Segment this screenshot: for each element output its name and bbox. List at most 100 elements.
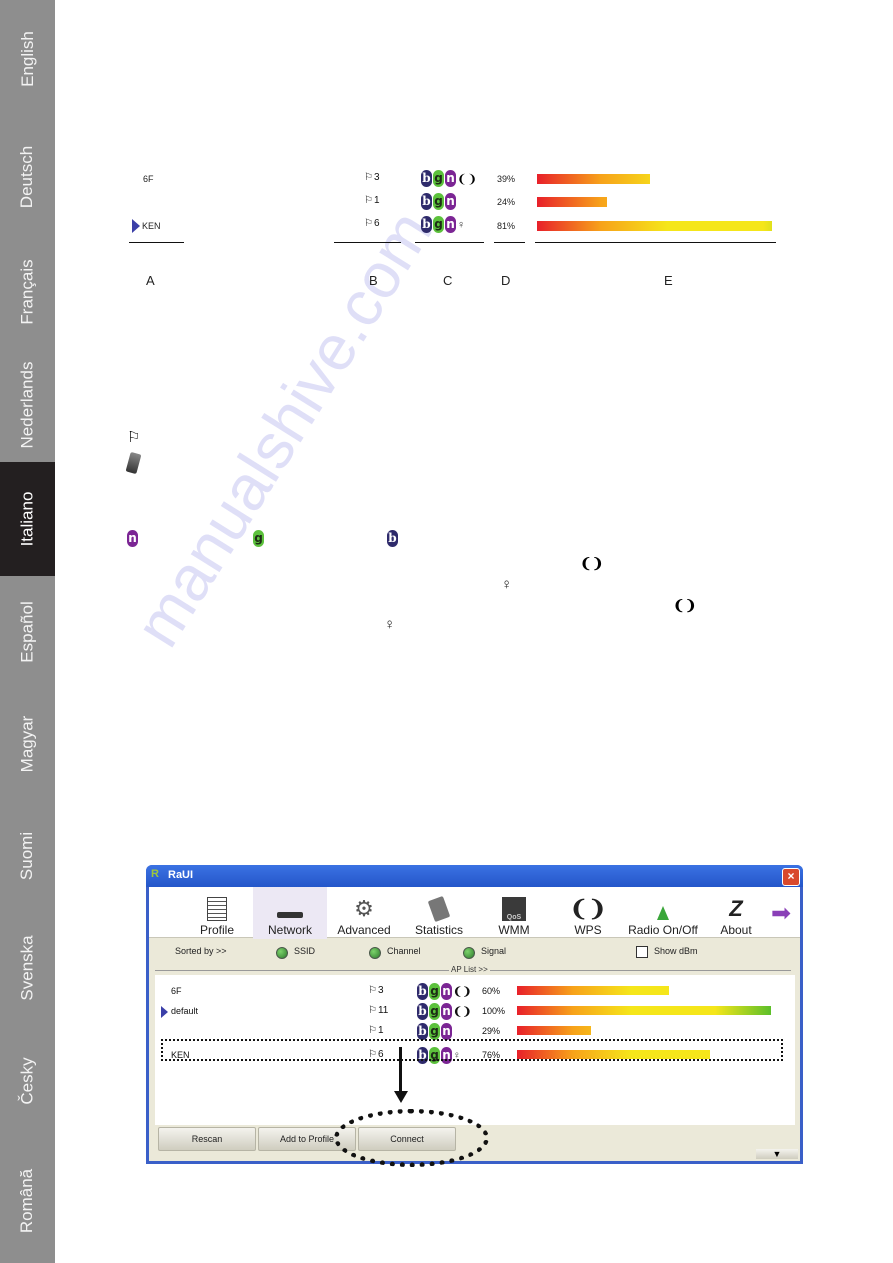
about-icon: Z [729, 896, 743, 921]
column-letter-e: E [664, 273, 673, 288]
sort-signal-radio[interactable] [463, 947, 475, 959]
show-dbm-label: Show dBm [654, 946, 698, 956]
sort-signal-label: Signal [481, 946, 507, 956]
lang-tab-cesky[interactable]: Česky [0, 1024, 55, 1138]
lang-label: Deutsch [17, 145, 37, 209]
signal-bar [537, 174, 650, 184]
wps-icon: ❨❩ [457, 171, 478, 186]
wps-icon: ❨❩ [453, 1006, 472, 1018]
toolbar-wps[interactable]: ❨❩ WPS [564, 887, 612, 939]
infrastructure-ap-icon: ⚐ [127, 429, 141, 446]
ap-modes: b g n ❨❩ [417, 983, 471, 1000]
channel-number: 11 [377, 1005, 389, 1016]
lang-tab-svenska[interactable]: Svenska [0, 912, 55, 1024]
divider [415, 242, 484, 243]
channel-number: 3 [373, 172, 380, 183]
lang-tab-english[interactable]: English [0, 0, 55, 118]
lang-tab-suomi[interactable]: Suomi [0, 800, 55, 912]
mode-n-badge: n [445, 216, 456, 234]
mode-g-badge: g [429, 1003, 440, 1020]
toolbar-label: Radio On/Off [628, 923, 698, 937]
mode-g-badge: g [429, 1023, 440, 1040]
mode-b-badge: b [387, 530, 398, 548]
lang-tab-italiano[interactable]: Italiano [0, 462, 55, 576]
window-body: Profile Network ⚙ Advanced Statistics Qo… [149, 887, 800, 1167]
next-arrow-icon[interactable]: ➡ [771, 899, 791, 928]
mode-g-badge: g [433, 216, 444, 234]
wps-icon: ❨❩ [453, 986, 472, 998]
toolbar-label: Network [267, 923, 312, 937]
lang-tab-romana[interactable]: Română [0, 1138, 55, 1263]
expand-button[interactable]: ▼ [756, 1149, 798, 1159]
mode-b-badge: b [421, 170, 432, 188]
lang-label: Nederlands [17, 361, 37, 449]
infrastructure-ap-icon: ⚐ [368, 1025, 377, 1036]
toolbar-label: Advanced [337, 923, 391, 937]
selected-arrow-icon [132, 219, 140, 233]
ap-row[interactable]: default ⚐ 11 b g n ❨❩ 100% [155, 1003, 795, 1023]
lang-tab-magyar[interactable]: Magyar [0, 688, 55, 800]
lang-tab-francais[interactable]: Français [0, 236, 55, 348]
language-sidebar: English Deutsch Français Nederlands Ital… [0, 0, 55, 1263]
watermark: manualshive.com [120, 198, 446, 659]
toolbar-about[interactable]: Z About [712, 887, 760, 939]
diagram-signal-pct: 24% [497, 197, 516, 207]
mode-b-badge: b [417, 983, 428, 1000]
wps-icon: ❨❩ [580, 555, 604, 571]
ap-signal-pct: 29% [482, 1026, 501, 1036]
mode-b-badge: b [421, 193, 432, 211]
wps-icon: ❨❩ [569, 896, 607, 921]
signal-bar [517, 986, 669, 995]
rescan-button[interactable]: Rescan [158, 1127, 256, 1151]
diagram-ssid: KEN [142, 221, 161, 231]
mode-g-badge: g [429, 983, 440, 1000]
gears-icon: ⚙ [354, 896, 374, 921]
ap-ssid: default [171, 1006, 199, 1016]
lang-label: Español [17, 601, 37, 663]
diagram-modes: b g n ♀ [421, 216, 465, 234]
show-dbm-checkbox[interactable] [636, 946, 648, 958]
lang-tab-deutsch[interactable]: Deutsch [0, 118, 55, 236]
mode-n-badge: n [441, 1003, 452, 1020]
channel-number: 1 [377, 1025, 384, 1036]
lang-label: English [17, 31, 37, 87]
toolbar-label: Statistics [414, 923, 463, 937]
mode-b-badge: b [417, 1003, 428, 1020]
toolbar-statistics[interactable]: Statistics [409, 887, 469, 939]
key-icon: ♀ [384, 616, 396, 633]
lang-tab-espanol[interactable]: Español [0, 576, 55, 688]
diagram-modes: b g n ❨❩ [421, 170, 477, 188]
mode-g-badge: g [253, 530, 264, 548]
diagram-signal-pct: 81% [497, 221, 516, 231]
divider [129, 242, 184, 243]
annotation-arrow-shaft [399, 1047, 402, 1093]
toolbar-profile[interactable]: Profile [189, 887, 245, 939]
mode-b-badge: b [417, 1023, 428, 1040]
channel-number: 3 [377, 985, 384, 996]
signal-bar [537, 221, 772, 231]
signal-bar [517, 1026, 591, 1035]
toolbar-label: Profile [199, 923, 234, 937]
sort-ssid-radio[interactable] [276, 947, 288, 959]
infrastructure-ap-icon: ⚐ [368, 1005, 377, 1016]
ap-ssid: 6F [171, 986, 182, 996]
window-title: RaUI [168, 869, 194, 881]
ap-channel: ⚐ 1 [368, 1025, 384, 1036]
toolbar-network[interactable]: Network [253, 887, 327, 939]
toolbar: Profile Network ⚙ Advanced Statistics Qo… [149, 887, 800, 939]
sort-channel-radio[interactable] [369, 947, 381, 959]
lang-tab-nederlands[interactable]: Nederlands [0, 348, 55, 462]
mode-n-badge: n [445, 193, 456, 211]
lang-label: Magyar [17, 715, 37, 773]
network-router-icon [277, 896, 303, 922]
ap-list-label: AP List >> [449, 965, 490, 974]
ap-row[interactable]: 6F ⚐ 3 b g n ❨❩ 60% [155, 983, 795, 1003]
mode-n-badge: n [445, 170, 456, 188]
key-icon: ♀ [457, 218, 466, 231]
profile-icon [204, 896, 230, 922]
toolbar-radio-onoff[interactable]: Radio On/Off [623, 887, 703, 939]
channel-number: 1 [373, 195, 380, 206]
close-button[interactable]: × [782, 868, 800, 886]
toolbar-wmm[interactable]: QoS WMM [489, 887, 539, 939]
toolbar-advanced[interactable]: ⚙ Advanced [333, 887, 395, 939]
